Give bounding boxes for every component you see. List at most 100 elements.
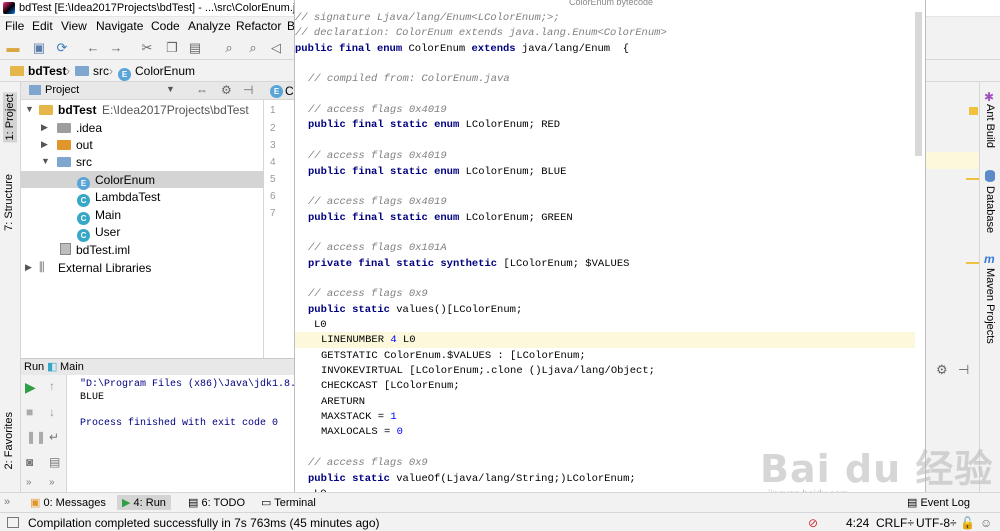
vertical-scrollbar[interactable]	[915, 12, 922, 156]
dropdown-arrow-icon[interactable]: ▼	[166, 84, 175, 94]
tab-database[interactable]: Database	[984, 186, 996, 233]
breadcrumb-project[interactable]: bdTest	[10, 64, 66, 78]
copy-icon[interactable]: ❐	[164, 40, 180, 56]
stop-icon[interactable]: ■	[26, 405, 33, 419]
bytecode-line: public static values()[LColorEnum;	[295, 302, 915, 318]
menu-refactor[interactable]: Refactor	[236, 19, 281, 33]
bytecode-line: LINENUMBER 4 L0	[295, 332, 915, 349]
menu-view[interactable]: View	[61, 19, 87, 33]
file-encoding[interactable]: UTF-8÷	[916, 516, 957, 530]
save-all-icon[interactable]: ▣	[31, 40, 47, 56]
chevron-down-icon[interactable]: ▼	[25, 104, 34, 114]
bytecode-line-text: // compiled from: ColorEnum.java	[308, 73, 510, 86]
project-view-label[interactable]: Project	[45, 84, 79, 96]
bytecode-line-text: // access flags 0x9	[308, 288, 428, 301]
inspector-icon[interactable]: ☺	[980, 516, 992, 530]
back-navigation-icon[interactable]: ◁	[268, 40, 284, 56]
lock-icon[interactable]: 🔓	[960, 516, 975, 530]
line-separator[interactable]: CRLF÷	[876, 516, 914, 530]
warning-marker-icon	[969, 107, 978, 115]
tab-event-log[interactable]: ▤ Event Log	[907, 496, 970, 509]
bytecode-line-text: GETSTATIC ColorEnum.$VALUES : [LColorEnu…	[321, 349, 586, 362]
tab-favorites[interactable]: 2: Favorites	[3, 412, 15, 469]
cursor-position[interactable]: 4:24	[846, 516, 869, 530]
up-arrow-icon[interactable]: ↑	[49, 379, 55, 393]
menu-file[interactable]: File	[5, 19, 24, 33]
run-config-name[interactable]: Main	[60, 361, 84, 373]
hide-icon[interactable]: ⊣	[243, 83, 253, 97]
bytecode-line-text: CHECKCAST [LColorEnum;	[321, 380, 460, 393]
gear-icon[interactable]: ⚙	[936, 362, 948, 378]
forward-icon[interactable]: →	[108, 40, 124, 56]
print-icon[interactable]: ▤	[49, 455, 60, 469]
todo-icon: ▤	[188, 497, 202, 509]
gear-icon[interactable]: ⚙	[221, 83, 232, 97]
tab-todo[interactable]: ▤ 6: TODO	[188, 496, 245, 509]
module-file-icon	[60, 243, 71, 255]
more-icon[interactable]: »	[4, 496, 10, 508]
enum-icon: E	[270, 85, 283, 98]
tree-item-idea[interactable]: ▶ .idea	[21, 119, 264, 136]
bytecode-line	[295, 179, 915, 195]
bytecode-line	[295, 56, 915, 72]
bytecode-line: MAXSTACK = 1	[295, 409, 915, 425]
more-icon[interactable]: »	[26, 477, 32, 488]
pause-icon[interactable]: ❚❚	[26, 430, 46, 444]
run-panel-title: Run	[24, 361, 45, 373]
tree-item-out[interactable]: ▶ out	[21, 136, 264, 153]
menu-edit[interactable]: Edit	[32, 19, 53, 33]
right-tool-strip: ✱ Ant Build Database m Maven Projects	[979, 82, 1000, 492]
rerun-icon[interactable]: ▶	[25, 379, 36, 396]
chevron-down-icon[interactable]: ▼	[41, 156, 50, 166]
chevron-right-icon[interactable]: ▶	[25, 262, 32, 273]
scroll-from-source-icon[interactable]: ⇔	[196, 83, 208, 97]
tab-run[interactable]: ▶ 4: Run	[117, 495, 171, 510]
hide-icon[interactable]: ⊣	[958, 362, 969, 378]
bytecode-line-text: // declaration: ColorEnum extends java.l…	[295, 27, 667, 40]
chevron-right-icon[interactable]: ▶	[41, 139, 48, 150]
soft-wrap-icon[interactable]: ↵	[49, 430, 59, 444]
tab-maven-projects[interactable]: Maven Projects	[984, 268, 996, 344]
project-panel-header: Project ▼ ⇔ ⚙ ⊣	[21, 82, 264, 100]
toggle-tool-windows-icon[interactable]	[7, 517, 19, 528]
bytecode-line: INVOKEVIRTUAL [LColorEnum;.clone ()Ljava…	[295, 363, 915, 379]
replace-icon[interactable]: ⌕	[245, 40, 261, 56]
intellij-app-icon	[3, 2, 15, 14]
tab-project[interactable]: 1: Project	[3, 92, 17, 143]
tree-item-bdtest-iml[interactable]: bdTest.iml	[21, 241, 264, 258]
bytecode-line-text: MAXLOCALS = 0	[321, 426, 403, 439]
bytecode-line-text: public final static enum LColorEnum; GRE…	[308, 211, 573, 224]
bytecode-line: // compiled from: ColorEnum.java	[295, 71, 915, 87]
find-icon[interactable]: ⌕	[221, 40, 237, 56]
tab-structure[interactable]: 7: Structure	[3, 174, 15, 231]
breadcrumb-src[interactable]: src	[75, 64, 109, 78]
paste-icon[interactable]: ▤	[187, 40, 203, 56]
menu-analyze[interactable]: Analyze	[188, 19, 231, 33]
tree-item-user[interactable]: C User	[21, 223, 264, 242]
tree-item-bdtest[interactable]: ▼ bdTest E:\Idea2017Projects\bdTest	[21, 101, 264, 118]
back-icon[interactable]: ←	[85, 40, 101, 56]
module-folder-icon	[39, 103, 57, 117]
tree-item-main[interactable]: C Main	[21, 206, 264, 225]
down-arrow-icon[interactable]: ↓	[49, 405, 55, 419]
tree-item-src[interactable]: ▼ src	[21, 153, 264, 170]
synchronize-icon[interactable]: ⟳	[54, 40, 70, 56]
tree-item-external-libraries[interactable]: ▶ ⫼ External Libraries	[21, 259, 264, 276]
tab-ant-build[interactable]: Ant Build	[984, 104, 996, 148]
menu-navigate[interactable]: Navigate	[96, 19, 143, 33]
open-folder-icon[interactable]: ▬	[5, 40, 21, 56]
tree-item-path: E:\Idea2017Projects\bdTest	[102, 103, 249, 117]
error-stripe-mark	[966, 178, 979, 180]
tree-item-colorenum[interactable]: E ColorEnum	[21, 171, 264, 190]
editor-tab[interactable]: E C	[264, 82, 294, 100]
dump-threads-icon[interactable]: ◙	[26, 455, 33, 469]
bytecode-line: public final enum ColorEnum extends java…	[295, 41, 915, 57]
tree-item-lambdatest[interactable]: C LambdaTest	[21, 188, 264, 207]
cut-icon[interactable]: ✂	[139, 40, 155, 56]
menu-code[interactable]: Code	[151, 19, 180, 33]
tab-terminal[interactable]: ▭ Terminal	[261, 496, 316, 509]
tab-messages[interactable]: ▣ 0: Messages	[30, 496, 106, 509]
more-icon[interactable]: »	[49, 477, 55, 488]
breadcrumb-file[interactable]: E ColorEnum	[118, 64, 195, 81]
chevron-right-icon[interactable]: ▶	[41, 122, 48, 133]
